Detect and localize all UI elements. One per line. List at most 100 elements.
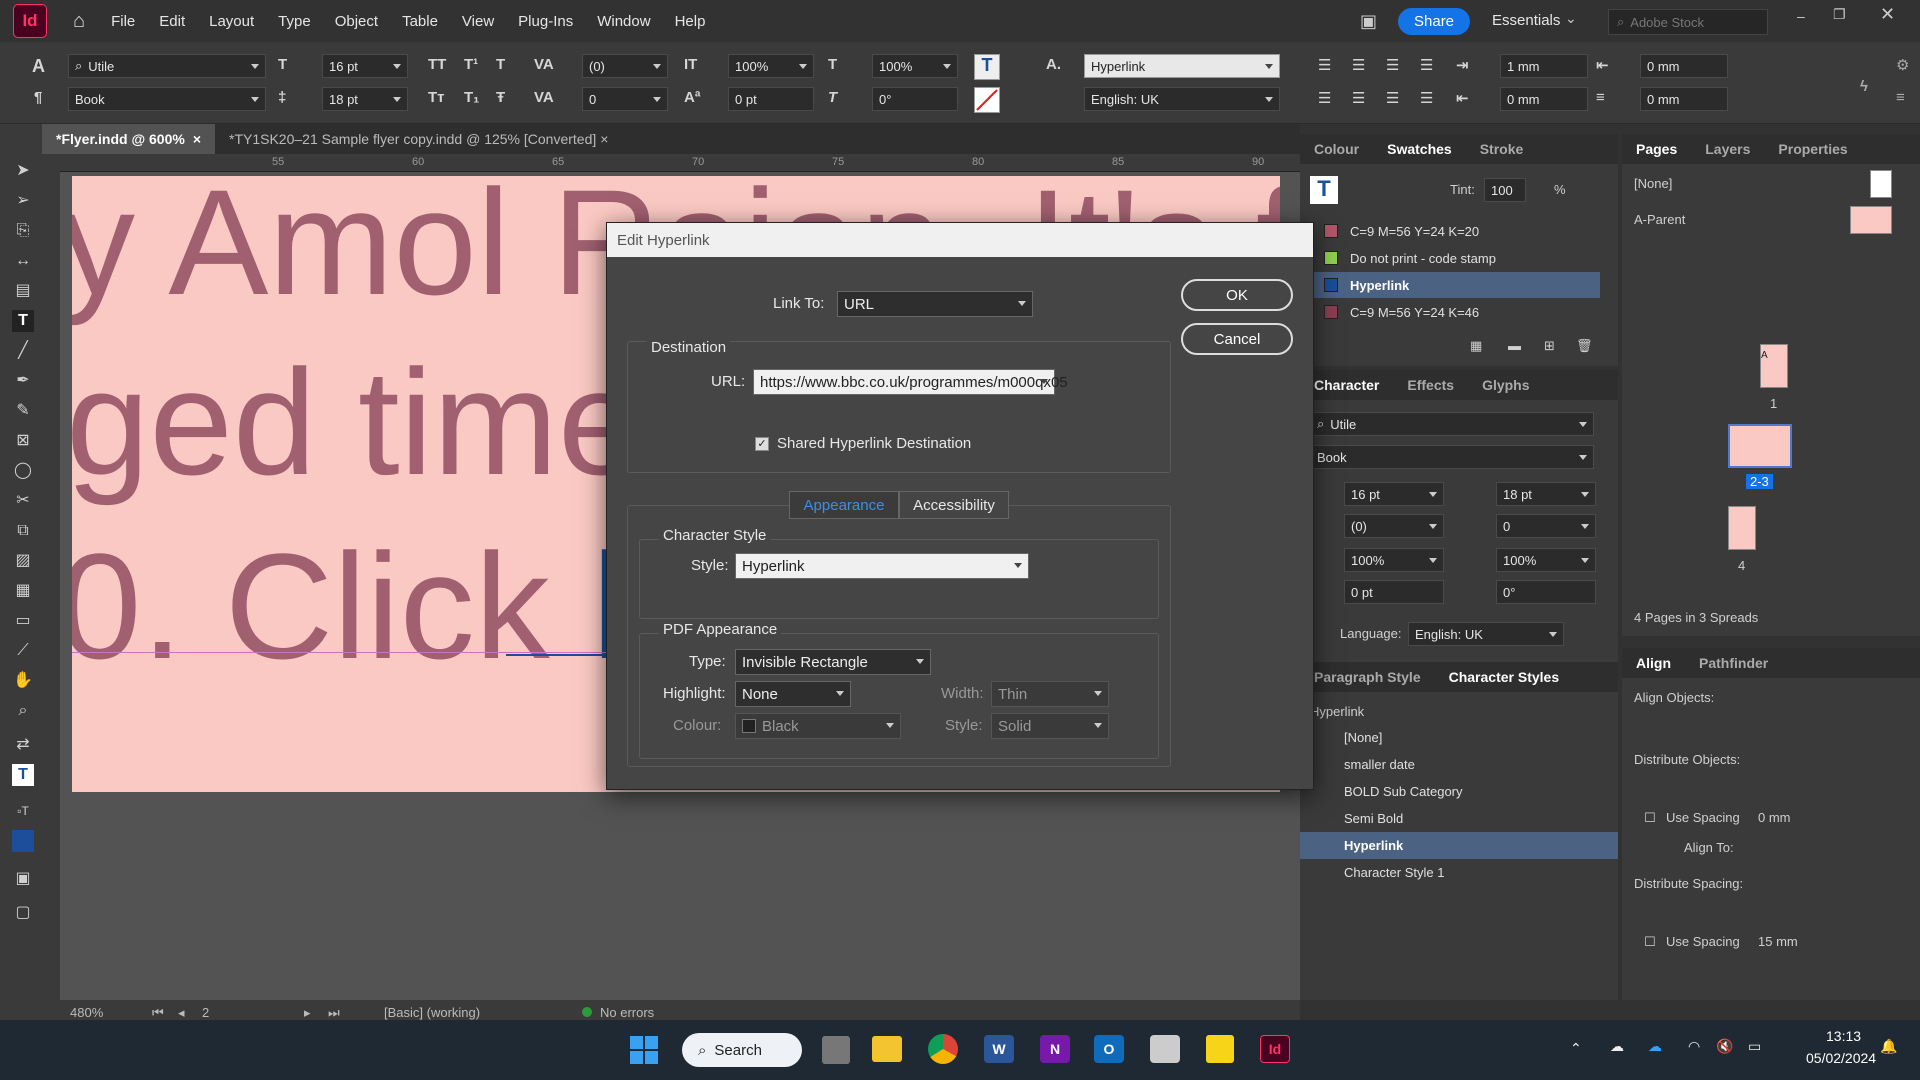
zoom-level[interactable]: 480%: [70, 1005, 103, 1020]
chrome-icon[interactable]: [928, 1034, 958, 1064]
kerning-field[interactable]: (0): [582, 54, 668, 78]
char-hscale-field[interactable]: 100%: [1496, 548, 1596, 572]
battery-icon[interactable]: ▭: [1748, 1038, 1761, 1055]
menu-window[interactable]: Window: [597, 13, 650, 30]
page-1-thumb[interactable]: A: [1760, 344, 1788, 388]
direct-selection-tool-icon[interactable]: ➢: [12, 190, 34, 212]
page-4-thumb[interactable]: [1728, 506, 1756, 550]
outlook-icon[interactable]: O: [1094, 1035, 1124, 1063]
sticky-notes-icon[interactable]: [1206, 1035, 1234, 1063]
tab-stroke[interactable]: Stroke: [1466, 141, 1538, 157]
menu-file[interactable]: File: [111, 13, 135, 30]
eyedropper-tool-icon[interactable]: ⟋: [12, 640, 34, 662]
word-icon[interactable]: W: [984, 1035, 1014, 1063]
fill-text-icon[interactable]: T: [974, 54, 1000, 80]
view-mode-icon[interactable]: ▣: [12, 868, 34, 890]
page-tool-icon[interactable]: ⎘: [12, 220, 34, 242]
para-mode-icon[interactable]: ¶: [34, 89, 42, 106]
tab-swatches[interactable]: Swatches: [1373, 141, 1466, 157]
spacing-field[interactable]: 0 mm: [1758, 810, 1791, 825]
char-style-field[interactable]: Book: [1310, 445, 1594, 469]
panel-menu-icon[interactable]: ≡: [1896, 89, 1905, 106]
onenote-icon[interactable]: N: [1040, 1035, 1070, 1063]
justify-all-icon[interactable]: ☰: [1420, 89, 1433, 107]
tab-sample-flyer[interactable]: *TY1SK20–21 Sample flyer copy.indd @ 125…: [215, 124, 622, 154]
menu-help[interactable]: Help: [675, 13, 706, 30]
chevron-up-icon[interactable]: ⌃: [1570, 1040, 1582, 1057]
spacing-field[interactable]: 15 mm: [1758, 934, 1798, 949]
none-thumb[interactable]: [1870, 170, 1892, 198]
cloud-sync-icon[interactable]: ☁: [1648, 1038, 1662, 1055]
pencil-tool-icon[interactable]: ✎: [12, 400, 34, 422]
width-select[interactable]: Thin: [991, 681, 1109, 707]
gradient-tool-icon[interactable]: ▨: [12, 550, 34, 572]
strikethrough-icon[interactable]: Ŧ: [496, 89, 505, 106]
wifi-icon[interactable]: ◠: [1688, 1038, 1700, 1055]
shared-destination-checkbox[interactable]: ✓: [755, 437, 769, 451]
all-caps-icon[interactable]: TT: [428, 56, 446, 73]
taskbar-search[interactable]: ⌕ Search: [682, 1033, 802, 1067]
free-transform-tool-icon[interactable]: ⧉: [12, 520, 34, 542]
tab-appearance[interactable]: Appearance: [789, 491, 899, 519]
spread-2-3-thumb[interactable]: [1728, 424, 1792, 468]
menu-edit[interactable]: Edit: [159, 13, 185, 30]
note-tool-icon[interactable]: ▭: [12, 610, 34, 632]
leading-field[interactable]: 18 pt: [322, 87, 408, 111]
char-kerning-field[interactable]: (0): [1344, 514, 1444, 538]
scissors-tool-icon[interactable]: ✂: [12, 490, 34, 512]
prev-page-icon[interactable]: ◂: [178, 1005, 185, 1021]
stroke-none-icon[interactable]: [974, 87, 1000, 113]
tracking-field[interactable]: 0: [582, 87, 668, 111]
tab-flyer[interactable]: *Flyer.indd @ 600% ×: [42, 124, 215, 154]
screen-mode-icon[interactable]: ▣: [1360, 11, 1377, 32]
task-view-icon[interactable]: [822, 1036, 850, 1064]
tab-character[interactable]: Character: [1300, 377, 1393, 393]
selection-tool-icon[interactable]: ➤: [12, 160, 34, 182]
character-style-select[interactable]: Hyperlink: [735, 553, 1029, 579]
text-line-2[interactable]: ged time: [72, 336, 641, 509]
tab-pages[interactable]: Pages: [1622, 141, 1691, 157]
stock-search-input[interactable]: ⌕ Adobe Stock: [1608, 9, 1768, 35]
swatch-row[interactable]: Do not print - code stamp: [1300, 245, 1600, 271]
tab-align[interactable]: Align: [1622, 655, 1685, 671]
char-size-field[interactable]: 16 pt: [1344, 482, 1444, 506]
menu-type[interactable]: Type: [278, 13, 311, 30]
snipping-tool-icon[interactable]: [1150, 1035, 1180, 1063]
windows-start-icon[interactable]: [630, 1036, 658, 1064]
swatch-row[interactable]: C=9 M=56 Y=24 K=46: [1300, 299, 1600, 325]
preflight-status[interactable]: No errors: [600, 1005, 654, 1020]
first-line-indent-field[interactable]: 0 mm: [1500, 87, 1588, 111]
superscript-icon[interactable]: T¹: [464, 56, 478, 73]
justify-icon[interactable]: ☰: [1420, 56, 1433, 74]
swatch-row[interactable]: C=9 M=56 Y=24 K=20: [1300, 218, 1600, 244]
onedrive-icon[interactable]: ☁: [1610, 1038, 1624, 1055]
minimize-icon[interactable]: –: [1797, 8, 1805, 24]
new-color-group-icon[interactable]: ▦: [1470, 338, 1482, 354]
cancel-button[interactable]: Cancel: [1181, 323, 1293, 355]
tab-pathfinder[interactable]: Pathfinder: [1685, 655, 1782, 671]
gradient-feather-tool-icon[interactable]: ▦: [12, 580, 34, 602]
justify-right-icon[interactable]: ☰: [1386, 89, 1399, 107]
left-indent-field[interactable]: 1 mm: [1500, 54, 1588, 78]
character-style-field[interactable]: Hyperlink: [1084, 54, 1280, 78]
close-icon[interactable]: ×: [600, 131, 608, 147]
close-icon[interactable]: ×: [193, 131, 201, 147]
menu-object[interactable]: Object: [335, 13, 378, 30]
workspace-switcher[interactable]: Essentials: [1492, 12, 1560, 29]
space-after-field[interactable]: 0 mm: [1640, 87, 1728, 111]
tab-character-styles[interactable]: Character Styles: [1435, 669, 1574, 685]
align-left-icon[interactable]: ☰: [1318, 56, 1331, 74]
none-parent[interactable]: [None]: [1634, 176, 1672, 191]
small-caps-icon[interactable]: Tт: [428, 89, 445, 106]
indesign-taskbar-icon[interactable]: Id: [1260, 1035, 1290, 1063]
share-button[interactable]: Share: [1398, 8, 1471, 35]
use-spacing-checkbox[interactable]: ☐: [1644, 934, 1656, 950]
preflight-profile[interactable]: [Basic] (working): [384, 1005, 480, 1020]
menu-view[interactable]: View: [462, 13, 494, 30]
tab-effects[interactable]: Effects: [1393, 377, 1468, 393]
horizontal-scale-field[interactable]: 100%: [872, 54, 958, 78]
a-parent[interactable]: A-Parent: [1634, 212, 1685, 227]
ok-button[interactable]: OK: [1181, 279, 1293, 311]
close-icon[interactable]: ✕: [1880, 4, 1895, 25]
delete-icon[interactable]: 🗑: [1576, 338, 1593, 354]
